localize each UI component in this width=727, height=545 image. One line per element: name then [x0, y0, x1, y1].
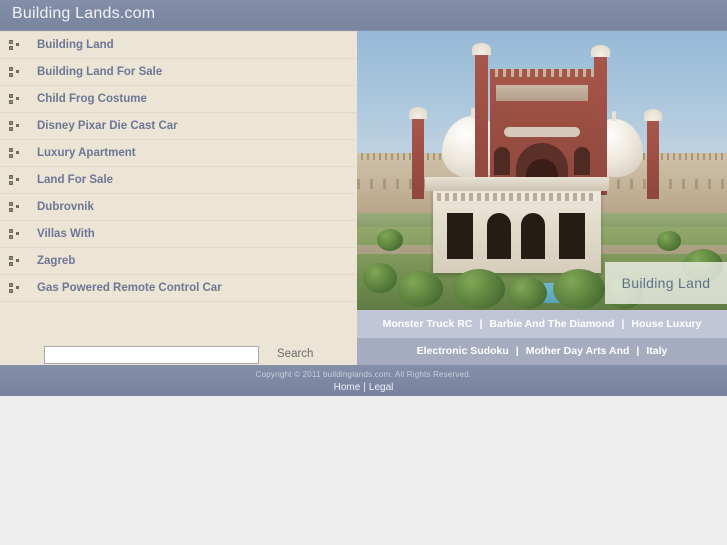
copyright-text: Copyright © 2011 buildinglands.com. All … [255, 370, 472, 379]
keyword-label: Disney Pixar Die Cast Car [37, 120, 178, 132]
keyword-list-item[interactable]: Disney Pixar Die Cast Car [0, 113, 357, 140]
keyword-list-item[interactable]: Zagreb [0, 248, 357, 275]
link-separator: | [636, 345, 640, 357]
bullet-list-icon [9, 67, 20, 77]
keyword-list-item[interactable]: Building Land [0, 31, 357, 59]
bush [363, 263, 397, 293]
page-title: Building Lands.com [12, 5, 156, 22]
footer-link-home[interactable]: Home [334, 382, 361, 393]
related-links-row-2: Electronic Sudoku | Mother Day Arts And | It… [357, 338, 727, 365]
page-root: Building Lands.com Building Land Building… [0, 0, 727, 545]
keyword-list-item[interactable]: Child Frog Costume [0, 86, 357, 113]
related-links-row-1: Monster Truck RC | Barbie And The Diamond |… [357, 310, 727, 338]
bullet-list-icon [9, 202, 20, 212]
bush [377, 229, 403, 251]
content-panel: Building Land Monster Truck RC | Barbie An… [357, 31, 727, 365]
keyword-label: Building Land [37, 39, 114, 51]
keyword-list: Building Land Building Land For Sale Child… [0, 31, 357, 302]
minaret-inner-left [472, 43, 491, 195]
bullet-list-icon [9, 94, 20, 104]
bullet-list-icon [9, 121, 20, 131]
keyword-label: Villas With [37, 228, 95, 240]
hero-photo: Building Land [357, 31, 727, 310]
sidebar-panel: Building Land Building Land For Sale Child… [0, 31, 357, 365]
keyword-list-item[interactable]: Land For Sale [0, 167, 357, 194]
keyword-list-item[interactable]: Villas With [0, 221, 357, 248]
minaret-outer-right [644, 109, 662, 199]
bullet-list-icon [9, 256, 20, 266]
keyword-label: Building Land For Sale [37, 66, 163, 78]
keyword-label: Child Frog Costume [37, 93, 147, 105]
footer-link-legal[interactable]: Legal [369, 382, 393, 393]
related-link[interactable]: Electronic Sudoku [417, 345, 509, 357]
keyword-label: Gas Powered Remote Control Car [37, 282, 222, 294]
bush [453, 269, 505, 309]
link-separator: | [621, 318, 625, 330]
related-link[interactable]: Mother Day Arts And [526, 345, 630, 357]
related-link[interactable]: Italy [646, 345, 667, 357]
keyword-label: Zagreb [37, 255, 76, 267]
bush [553, 269, 605, 309]
keyword-label: Dubrovnik [37, 201, 94, 213]
search-input[interactable] [44, 346, 259, 364]
bullet-list-icon [9, 175, 20, 185]
keyword-list-item[interactable]: Gas Powered Remote Control Car [0, 275, 357, 302]
related-link[interactable]: House Luxury [631, 318, 701, 330]
bullet-list-icon [9, 283, 20, 293]
page-background-area [0, 396, 727, 545]
minaret-inner-right [591, 45, 610, 195]
bush [397, 271, 443, 307]
related-link[interactable]: Barbie And The Diamond [489, 318, 614, 330]
site-footer: Copyright © 2011 buildinglands.com. All … [0, 365, 727, 396]
photo-caption: Building Land [605, 262, 727, 304]
search-button[interactable]: Search [277, 348, 313, 360]
footer-links: Home | Legal [0, 379, 727, 393]
bullet-list-icon [9, 229, 20, 239]
search-area: Search [0, 303, 357, 365]
keyword-label: Luxury Apartment [37, 147, 136, 159]
keyword-label: Land For Sale [37, 174, 114, 186]
site-header: Building Lands.com [0, 0, 727, 31]
keyword-list-item[interactable]: Dubrovnik [0, 194, 357, 221]
bush [507, 277, 547, 309]
bush [657, 231, 681, 251]
link-separator: | [479, 318, 483, 330]
minaret-outer-left [409, 107, 427, 199]
link-separator: | [515, 345, 519, 357]
footer-link-separator: | [363, 382, 366, 393]
keyword-list-item[interactable]: Building Land For Sale [0, 59, 357, 86]
bullet-list-icon [9, 40, 20, 50]
keyword-list-item[interactable]: Luxury Apartment [0, 140, 357, 167]
foreground-pavilion [425, 177, 609, 273]
related-link[interactable]: Monster Truck RC [383, 318, 473, 330]
bullet-list-icon [9, 148, 20, 158]
